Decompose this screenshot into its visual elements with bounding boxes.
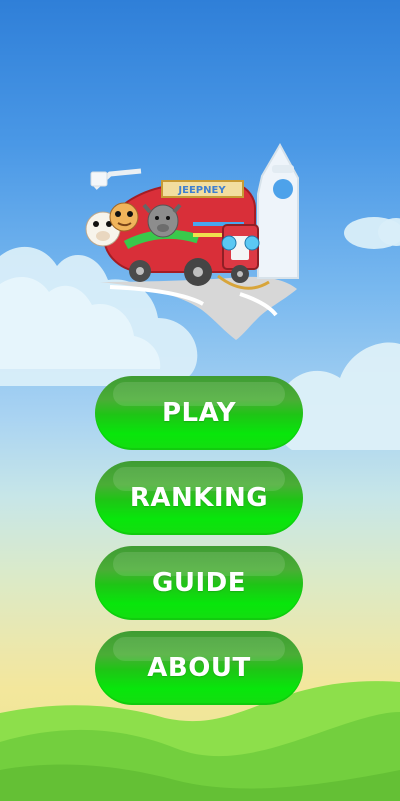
main-menu-screen: JEEPNEY PLAY RANKING GUIDE ABOUT [0,0,400,801]
guide-button-label: GUIDE [152,568,246,598]
play-button[interactable]: PLAY [95,376,303,450]
logo-title: JEEPNEY [177,185,226,196]
ranking-button[interactable]: RANKING [95,461,303,535]
guide-button[interactable]: GUIDE [95,546,303,620]
play-button-label: PLAY [161,398,237,428]
about-button-label: ABOUT [147,653,251,683]
main-menu: PLAY RANKING GUIDE ABOUT [95,376,303,716]
ranking-button-label: RANKING [129,483,269,513]
about-button[interactable]: ABOUT [95,631,303,705]
